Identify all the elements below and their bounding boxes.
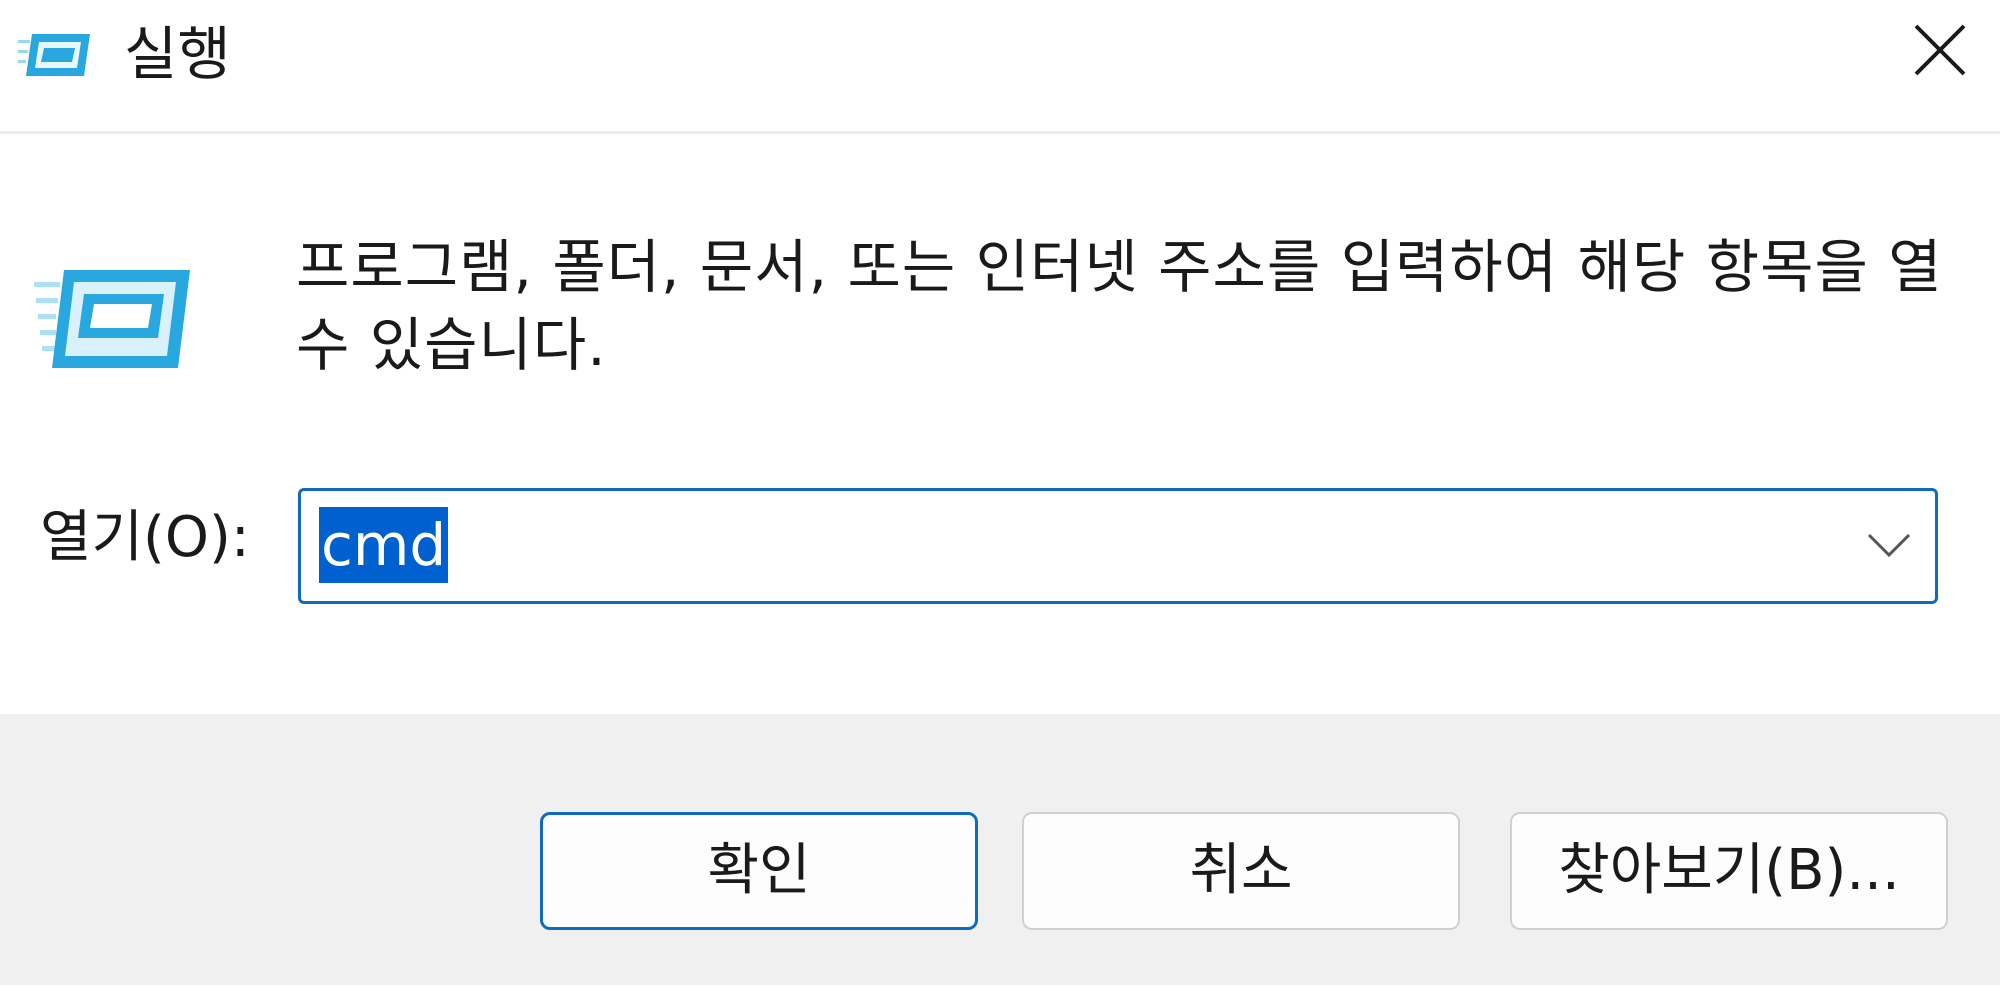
cancel-button[interactable]: 취소	[1022, 812, 1460, 930]
window-title: 실행	[124, 20, 231, 88]
close-button[interactable]	[1880, 0, 2000, 104]
title-bar[interactable]: 실행	[0, 0, 2000, 134]
run-dialog-icon	[18, 30, 94, 80]
run-dialog: 실행 프로그램, 폴더, 문서, 또는 인터넷 주소를 입력하여 해당 항목을 …	[0, 0, 2000, 985]
open-label: 열기(O):	[40, 505, 250, 570]
ok-button[interactable]: 확인	[540, 812, 978, 930]
close-icon	[1912, 22, 1968, 82]
open-combobox[interactable]: cmd	[298, 488, 1938, 604]
dialog-content: 프로그램, 폴더, 문서, 또는 인터넷 주소를 입력하여 해당 항목을 열 수…	[0, 134, 2000, 714]
chevron-down-icon	[1867, 531, 1911, 563]
run-dialog-icon	[34, 268, 194, 388]
browse-button[interactable]: 찾아보기(B)...	[1510, 812, 1948, 930]
button-bar: 확인 취소 찾아보기(B)...	[0, 714, 2000, 985]
open-input[interactable]: cmd	[319, 507, 449, 583]
description-text: 프로그램, 폴더, 문서, 또는 인터넷 주소를 입력하여 해당 항목을 열 수…	[296, 233, 1943, 379]
dropdown-button[interactable]	[1859, 517, 1919, 577]
